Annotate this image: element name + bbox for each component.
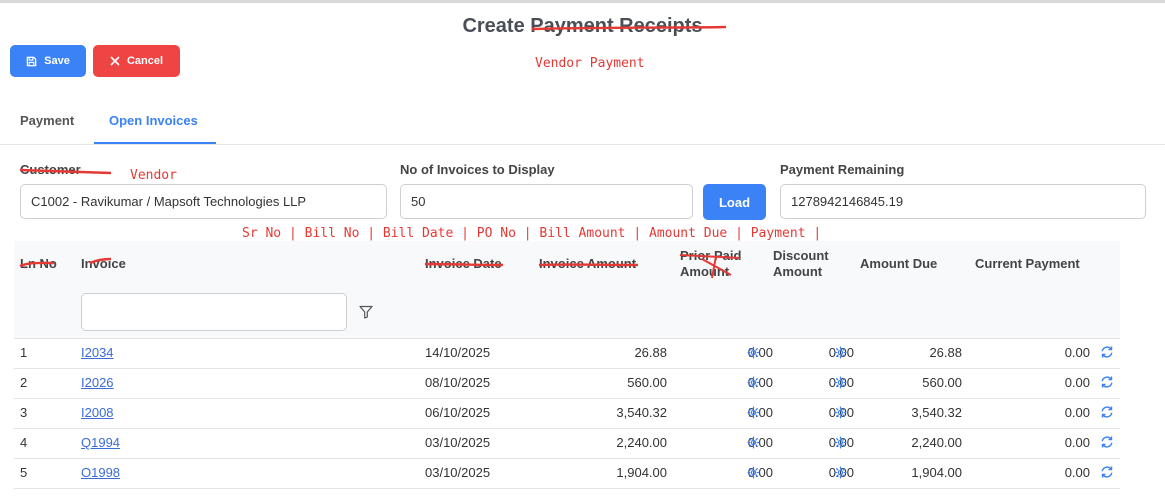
annotation-strikes [19, 25, 741, 279]
